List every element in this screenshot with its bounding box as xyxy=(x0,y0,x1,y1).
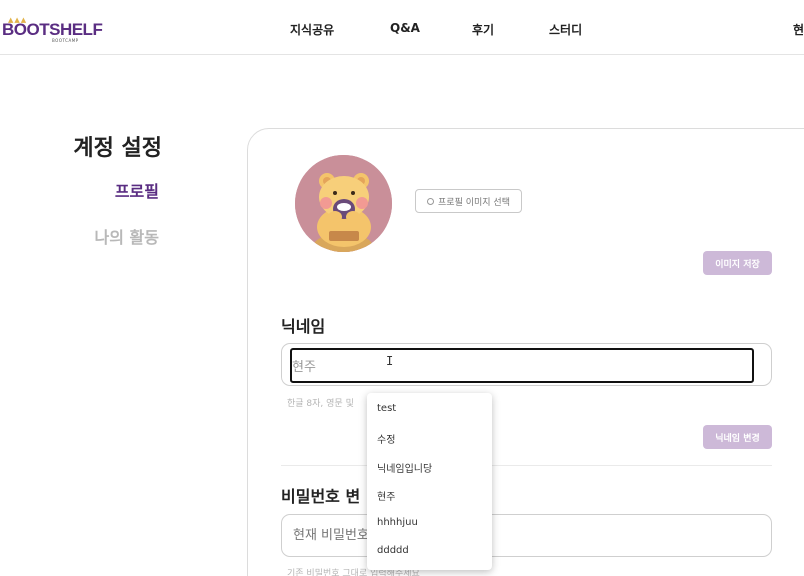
password-field-wrapper xyxy=(281,514,772,557)
section-divider xyxy=(281,465,772,466)
autocomplete-item[interactable]: ddddd xyxy=(377,545,409,556)
nav-reviews[interactable]: 후기 xyxy=(472,21,494,38)
sidebar-item-profile[interactable]: 프로필 xyxy=(115,178,159,202)
change-nickname-button[interactable]: 닉네임 변경 xyxy=(703,425,772,449)
current-password-input[interactable] xyxy=(282,515,771,556)
autocomplete-item[interactable]: hhhhjuu xyxy=(377,517,418,528)
logo-subtext: BOOTCAMP xyxy=(52,38,79,43)
autocomplete-item[interactable]: 현주 xyxy=(377,488,395,503)
sidebar-item-my-activity[interactable]: 나의 활동 xyxy=(95,224,159,248)
save-image-button[interactable]: 이미지 저장 xyxy=(703,251,772,275)
page-title: 계정 설정 xyxy=(73,136,162,161)
profile-avatar xyxy=(295,155,392,252)
nickname-help-head: 한글 8자, 영문 및 xyxy=(287,399,354,409)
password-change-label: 비밀번호 변 xyxy=(281,487,361,506)
radio-icon xyxy=(427,197,435,205)
autocomplete-item[interactable]: test xyxy=(377,403,396,414)
nickname-label: 닉네임 xyxy=(281,317,326,336)
logo-text: BOOTSHELF xyxy=(2,20,103,39)
nav-knowledge-share[interactable]: 지식공유 xyxy=(290,21,334,38)
nav-study[interactable]: 스터디 xyxy=(549,21,582,38)
nav-qna[interactable]: Q&A xyxy=(390,21,420,35)
top-header: ▲▲▲ BOOTSHELF BOOTCAMP 지식공유 Q&A 후기 스터디 현 xyxy=(0,0,804,55)
select-profile-image-button[interactable]: 프로필 이미지 선택 xyxy=(415,189,522,213)
text-cursor-icon: I xyxy=(386,354,394,368)
autocomplete-dropdown: test 수정 닉네임입니당 현주 hhhhjuu ddddd xyxy=(367,393,492,570)
nickname-input[interactable] xyxy=(290,348,754,383)
select-profile-image-label: 프로필 이미지 선택 xyxy=(438,197,510,208)
bear-avatar-icon xyxy=(295,155,392,252)
user-menu[interactable]: 현 xyxy=(793,21,804,38)
autocomplete-item[interactable]: 수정 xyxy=(377,431,395,446)
autocomplete-item[interactable]: 닉네임입니당 xyxy=(377,460,432,475)
nickname-field-wrapper xyxy=(281,343,772,386)
